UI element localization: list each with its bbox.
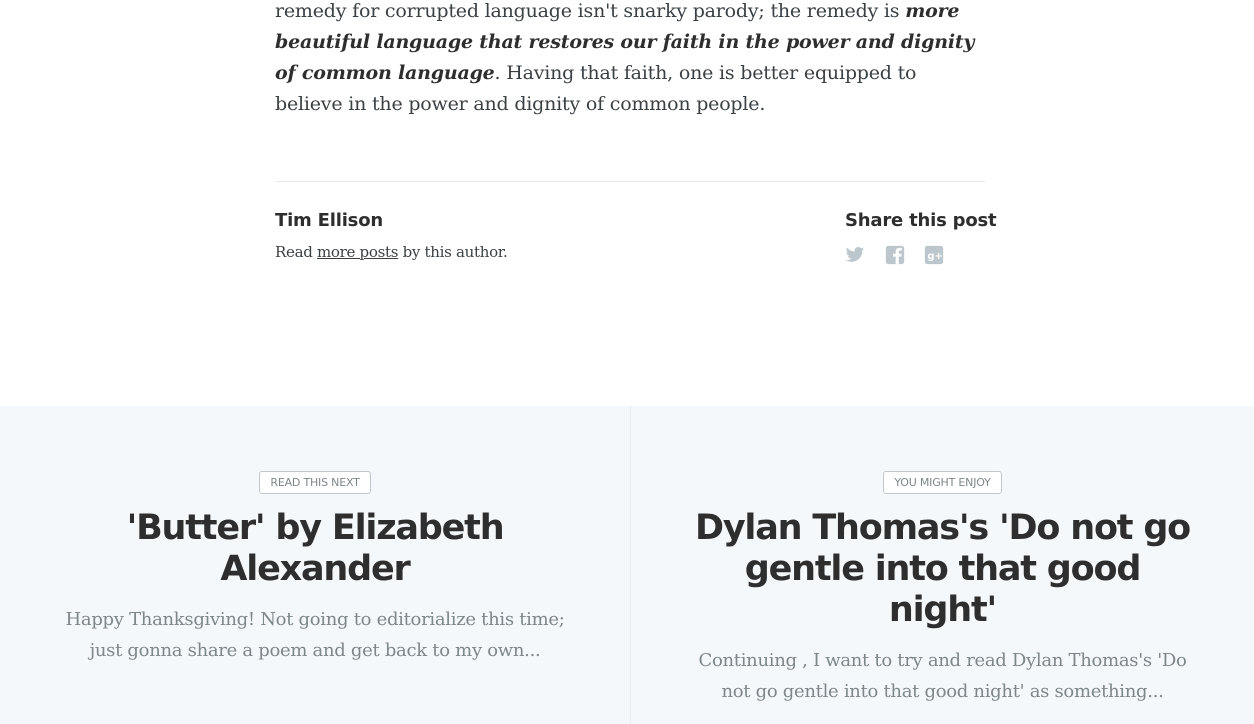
- read-next-title[interactable]: 'Butter' by Elizabeth Alexander: [75, 508, 555, 590]
- read-next-card[interactable]: READ THIS NEXT 'Butter' by Elizabeth Ale…: [0, 406, 631, 724]
- author-meta-prefix: Read: [275, 243, 317, 261]
- more-posts-link[interactable]: more posts: [317, 243, 398, 261]
- facebook-icon[interactable]: [885, 245, 905, 265]
- read-next-section: READ THIS NEXT 'Butter' by Elizabeth Ale…: [0, 406, 1254, 724]
- svg-text:g+: g+: [927, 251, 943, 262]
- share-title: Share this post: [845, 210, 997, 231]
- you-might-enjoy-badge: YOU MIGHT ENJOY: [883, 471, 1002, 494]
- author-meta: Read more posts by this author.: [275, 243, 508, 261]
- post-paragraph: remedy for corrupted language isn't snar…: [275, 0, 985, 120]
- you-might-enjoy-excerpt: Continuing , I want to try and read Dyla…: [698, 650, 1187, 702]
- post-content: remedy for corrupted language isn't snar…: [275, 0, 985, 120]
- google-plus-icon[interactable]: g+: [924, 245, 944, 265]
- you-might-enjoy-title[interactable]: Dylan Thomas's 'Do not go gentle into th…: [693, 508, 1193, 631]
- you-might-enjoy-card[interactable]: YOU MIGHT ENJOY Dylan Thomas's 'Do not g…: [631, 406, 1254, 724]
- post-footer-divider: [275, 181, 985, 182]
- author-meta-suffix: by this author.: [398, 243, 508, 261]
- read-next-excerpt: Happy Thanksgiving! Not going to editori…: [65, 609, 565, 661]
- read-next-badge: READ THIS NEXT: [259, 471, 371, 494]
- twitter-icon[interactable]: [845, 245, 865, 265]
- author-name: Tim Ellison: [275, 210, 383, 231]
- paragraph-text: remedy for corrupted language isn't snar…: [275, 0, 906, 22]
